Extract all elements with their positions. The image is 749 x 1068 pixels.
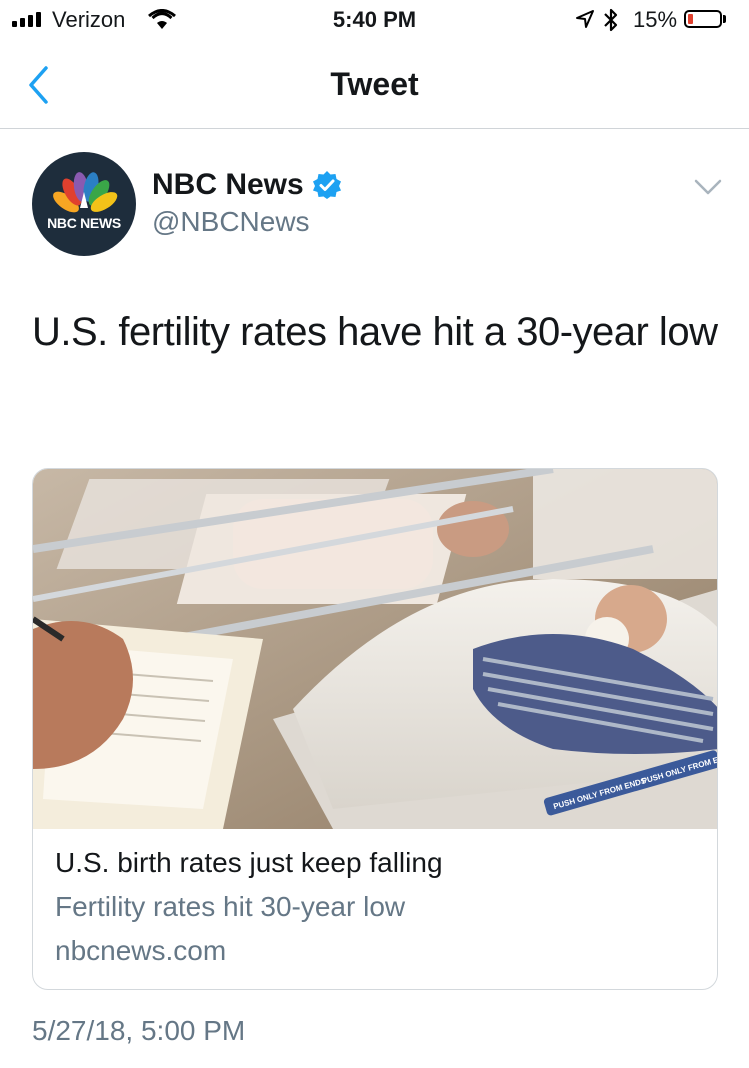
status-bar: Verizon 5:40 PM 15%: [0, 0, 749, 40]
location-arrow-icon: [576, 10, 594, 28]
battery-icon: [684, 10, 722, 28]
battery-percent: 15%: [633, 7, 678, 32]
tweet-timestamp: 5/27/18, 5:00 PM: [32, 1015, 246, 1046]
battery-cap: [723, 15, 726, 23]
tweet-detail-screen: Verizon 5:40 PM 15% Tweet NBC NEWS NBC N…: [0, 0, 749, 1068]
card-title: U.S. birth rates just keep falling: [55, 847, 443, 878]
nbc-peacock-logo: [53, 172, 118, 213]
navigation-bar: Tweet: [0, 40, 749, 129]
avatar[interactable]: NBC NEWS: [32, 152, 136, 256]
bluetooth-icon: [604, 8, 618, 32]
article-thumbnail-image[interactable]: PUSH ONLY FROM ENDS PUSH ONLY FROM ENDS: [33, 469, 718, 829]
chevron-down-icon[interactable]: [694, 178, 722, 196]
author-handle[interactable]: @NBCNews: [152, 206, 310, 238]
author-display-name[interactable]: NBC News: [152, 168, 304, 202]
battery-level-fill: [688, 14, 693, 24]
avatar-text: NBC NEWS: [47, 215, 121, 231]
tweet-text: U.S. fertility rates have hit a 30-year …: [32, 310, 718, 354]
verified-badge-icon: [313, 171, 341, 199]
page-title: Tweet: [330, 66, 419, 102]
link-card[interactable]: PUSH ONLY FROM ENDS PUSH ONLY FROM ENDS …: [32, 468, 718, 990]
card-domain: nbcnews.com: [55, 935, 227, 966]
card-description: Fertility rates hit 30-year low: [55, 891, 406, 922]
